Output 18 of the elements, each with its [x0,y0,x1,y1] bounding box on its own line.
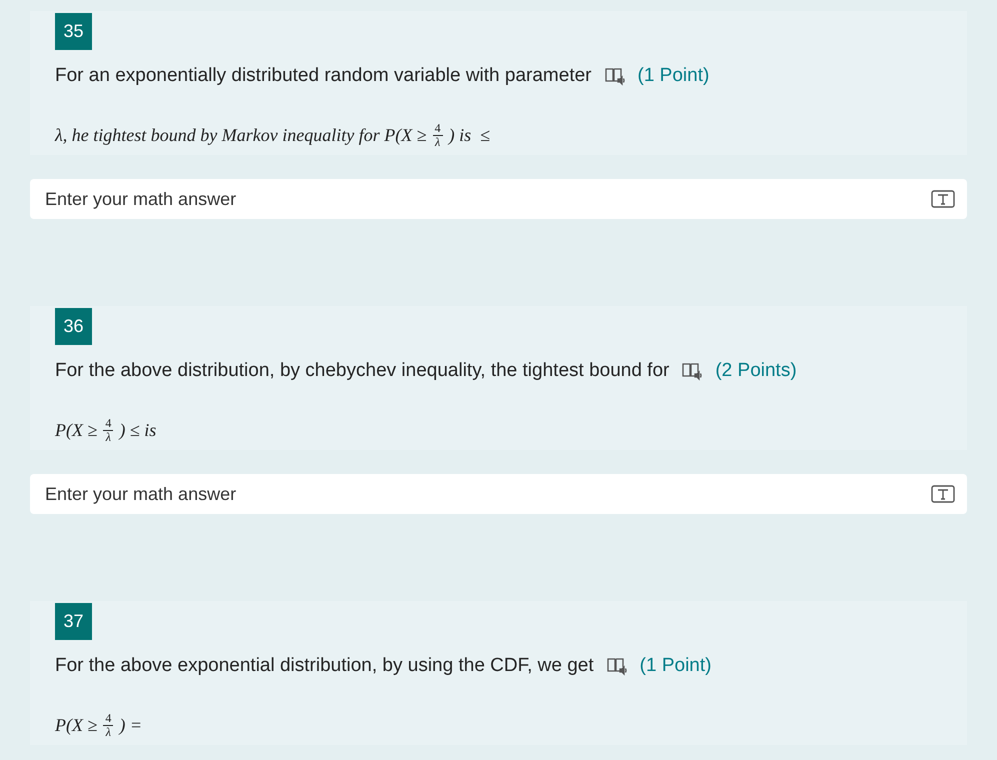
points-label: (1 Point) [640,654,712,678]
math-answer-input[interactable]: Enter your math answer [45,186,931,212]
immersive-reader-icon[interactable] [606,656,628,676]
question-number: 36 [55,308,92,345]
question-number: 37 [55,603,92,640]
question-text: For the above distribution, by chebychev inequality, the tightest bound for [55,359,670,383]
math-answer-input[interactable]: Enter your math answer [45,480,931,508]
question-text: For an exponentially distributed random variable with parameter [55,64,592,88]
text-mode-icon[interactable] [931,485,955,503]
math-answer-field[interactable]: Enter your math answer [30,474,967,514]
immersive-reader-icon[interactable] [604,66,626,86]
points-label: (1 Point) [638,64,710,88]
immersive-reader-icon[interactable] [681,361,704,381]
points-label: (2 Points) [715,359,797,383]
math-answer-field[interactable]: Enter your math answer [30,179,967,219]
question-text: For the above exponential distribution, by using the CDF, we get [55,654,594,678]
question-number: 35 [55,13,92,50]
text-mode-icon[interactable] [931,190,955,208]
